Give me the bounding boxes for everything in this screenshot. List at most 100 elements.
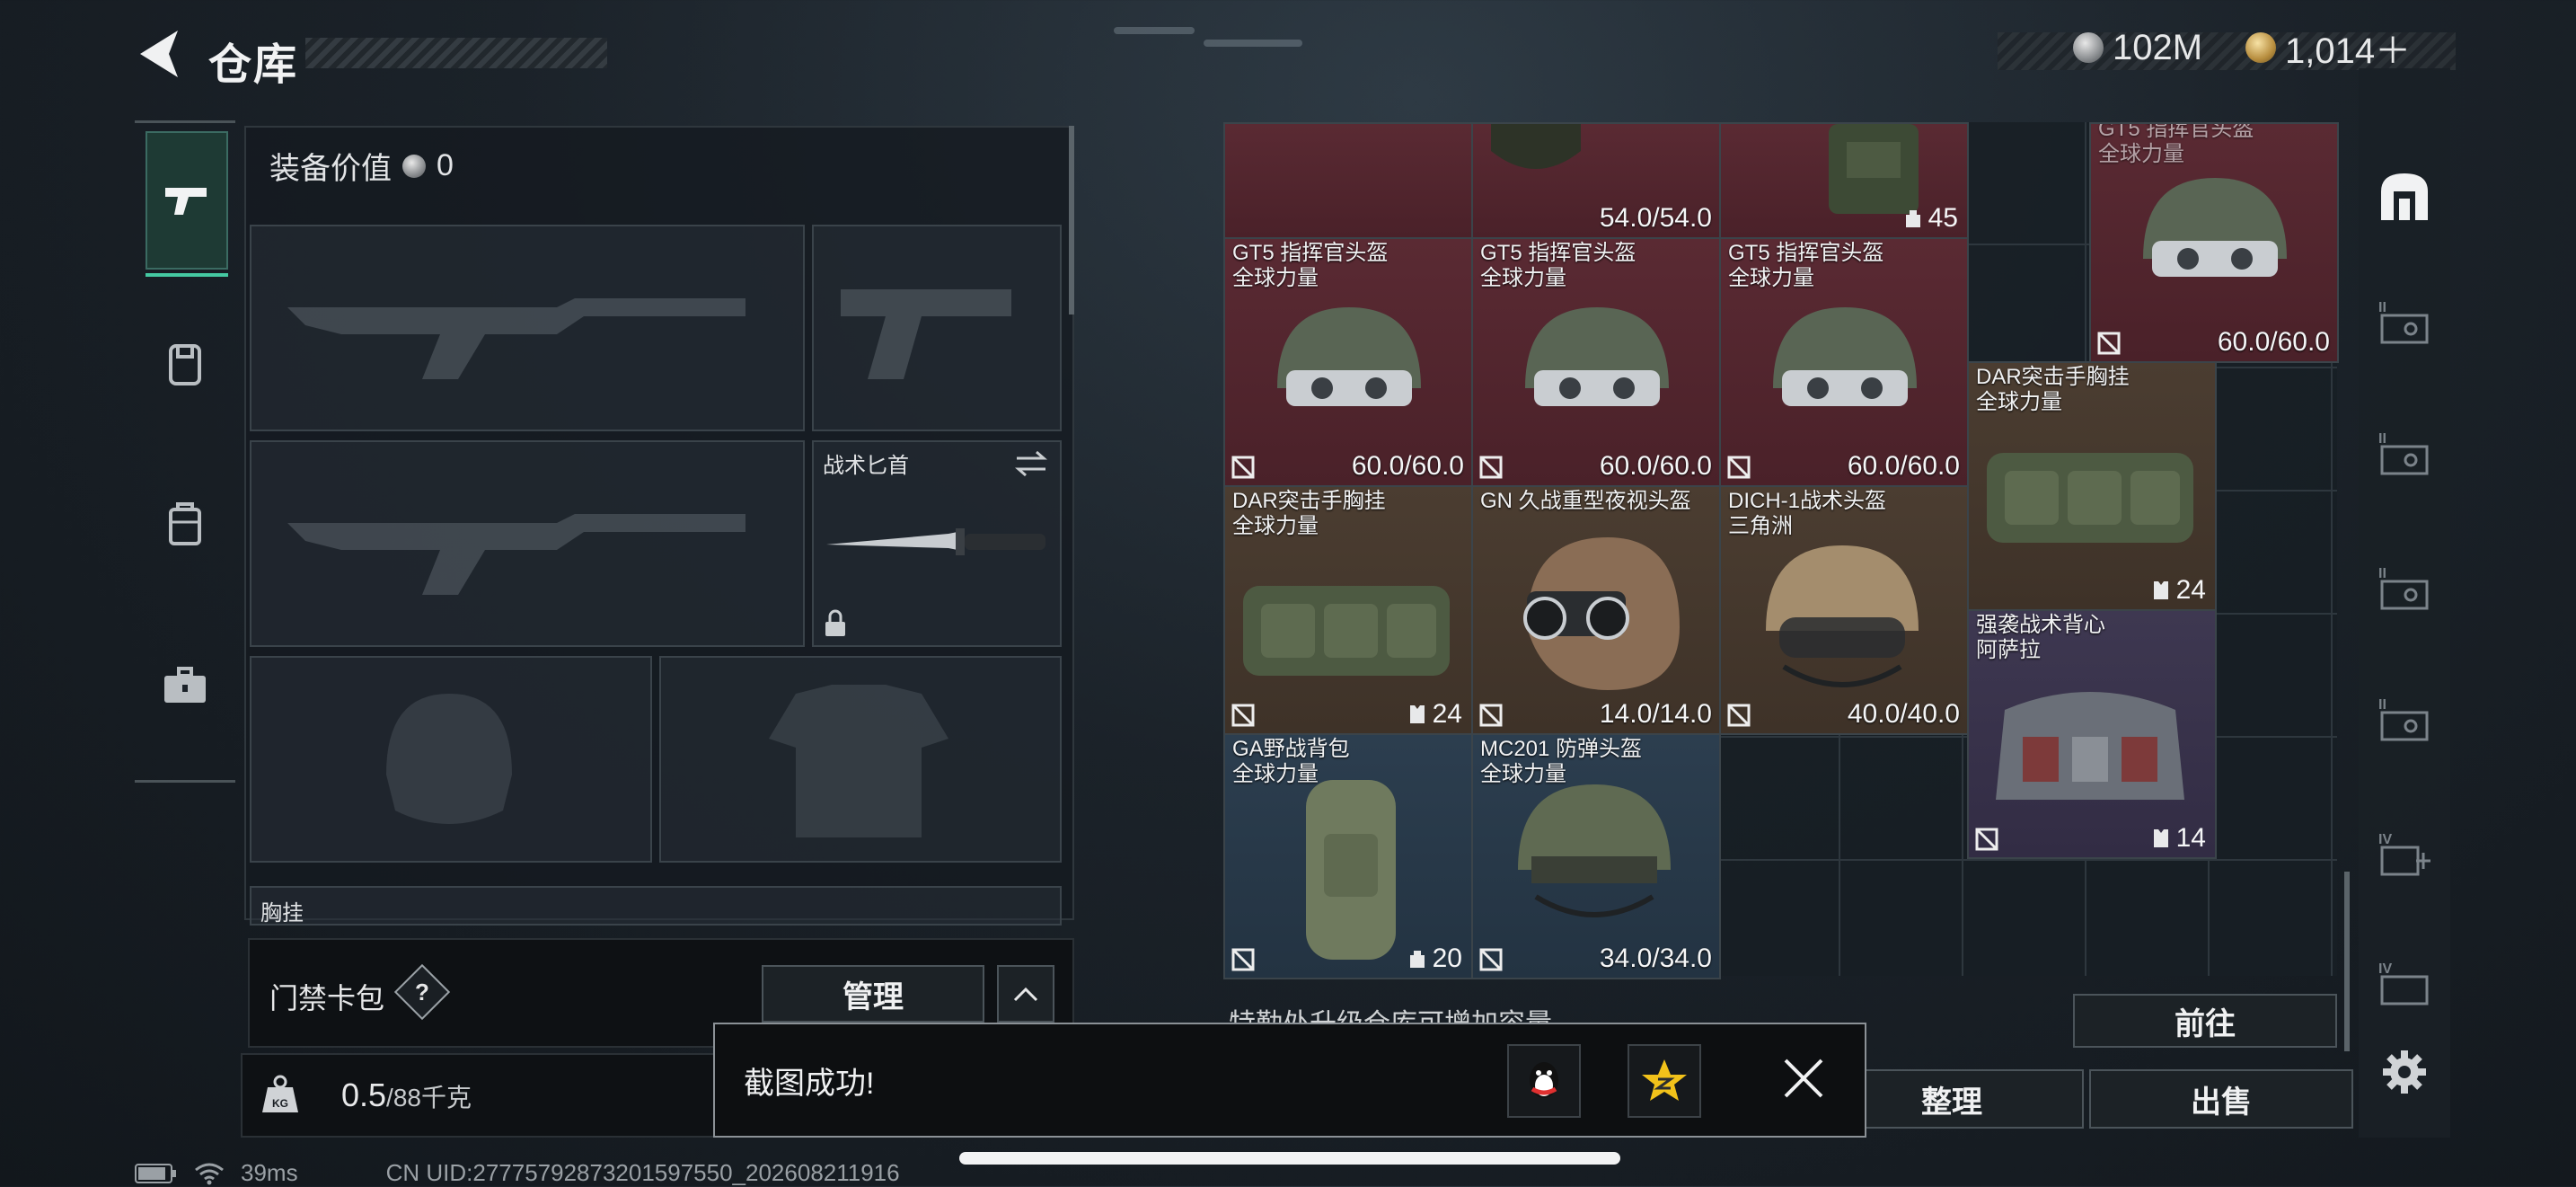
share-qq-button[interactable] (1507, 1044, 1581, 1118)
item-name: GN 久战重型夜视头盔 (1480, 489, 1691, 513)
item-count-value: 24 (1432, 699, 1462, 729)
qq-penguin-icon (1530, 1062, 1558, 1098)
vest-capacity-icon (1409, 705, 1425, 723)
item-durability: 40.0/40.0 (1847, 699, 1960, 729)
inventory-scrollbar[interactable] (2344, 872, 2350, 1051)
untradable-icon (1727, 704, 1751, 727)
sidearm-slot[interactable] (812, 225, 1062, 431)
inventory-item[interactable]: DICH-1战术头盔 三角洲 40.0/40.0 (1719, 485, 1969, 735)
inventory-item[interactable]: GT5 指挥官头盔 全球力量 60.0/60.0 (1223, 237, 1473, 487)
primary-weapon-slot[interactable] (250, 225, 805, 431)
tactical-helmet-image (1766, 545, 1919, 687)
inventory-item[interactable]: GT5 指挥官头盔 全球力量 60.0/60.0 (2089, 122, 2339, 363)
chest-rig-image (1243, 586, 1450, 676)
helmet-image (1773, 307, 1917, 406)
weapons-tab[interactable] (146, 131, 228, 277)
briefcase-icon (164, 667, 206, 703)
home-indicator[interactable] (959, 1152, 1620, 1165)
inventory-item[interactable] (1223, 122, 1473, 239)
settings-button[interactable] (2371, 1042, 2438, 1102)
bag-capacity-icon (1905, 210, 1920, 227)
manage-button[interactable]: 管理 (762, 965, 984, 1023)
sell-button[interactable]: 出售 (2089, 1069, 2353, 1129)
warehouse-tab-main[interactable] (2371, 167, 2438, 226)
item-durability: 54.0/54.0 (1599, 203, 1712, 233)
rifle-silhouette-icon (287, 298, 745, 379)
equip-value-label: 装备价值 (269, 152, 392, 186)
item-count: 24 (1407, 699, 1462, 730)
item-name: DAR突击手胸挂 全球力量 (1976, 365, 2130, 414)
warehouse-tab-5[interactable]: II (2371, 690, 2438, 749)
ballistic-helmet-image (1518, 784, 1671, 917)
warehouse-tab-4[interactable]: II (2371, 559, 2438, 618)
gold-amount: 1,014＋ (2285, 31, 2412, 71)
item-count-value: 24 (2175, 575, 2206, 605)
back-arrow-icon (140, 31, 178, 77)
inventory-item[interactable]: 54.0/54.0 (1471, 122, 1721, 239)
item-name: 强袭战术背心 阿萨拉 (1976, 613, 2105, 662)
silver-coin-icon (2073, 32, 2104, 63)
backpack-tab[interactable] (146, 489, 225, 561)
backpack-icon (169, 502, 201, 545)
silver-coin-icon (402, 154, 426, 178)
locked-storage-icon: II (2378, 697, 2429, 741)
vest-silhouette-icon (769, 685, 948, 837)
inventory-item[interactable]: GA野战背包 全球力量 20 (1223, 733, 1473, 979)
inventory-item[interactable]: 45 (1719, 122, 1969, 239)
ceiling-light (1204, 40, 1302, 47)
untradable-icon (1975, 828, 1998, 851)
inventory-item[interactable]: DAR突击手胸挂 全球力量 24 (1967, 361, 2217, 611)
untradable-icon (1479, 456, 1503, 479)
warehouse-tab-7[interactable]: IV (2371, 954, 2438, 1014)
untradable-icon (1231, 948, 1255, 971)
inventory-item[interactable]: DAR突击手胸挂 全球力量 24 (1223, 485, 1473, 735)
ping: 39ms (241, 1159, 298, 1186)
vest-capacity-icon (2153, 581, 2168, 599)
nvg-helmet-image (1523, 537, 1680, 690)
gear-icon (2383, 1050, 2426, 1094)
pistol-icon (165, 188, 207, 215)
inventory-item[interactable]: GN 久战重型夜视头盔 14.0/14.0 (1471, 485, 1721, 735)
warehouse-tab-6[interactable]: IV (2371, 825, 2438, 884)
case-tab[interactable] (146, 651, 225, 722)
inventory-item[interactable]: 强袭战术背心 阿萨拉 14 (1967, 609, 2217, 859)
armor-slot[interactable] (659, 656, 1062, 863)
item-image (1491, 124, 1581, 169)
melee-slot[interactable]: 战术匕首 (812, 440, 1062, 647)
svg-text:II: II (2378, 431, 2386, 447)
item-count: 24 (2151, 575, 2206, 606)
untradable-icon (1479, 948, 1503, 971)
page-title: 仓库 (208, 41, 299, 89)
loadout-scrollbar[interactable] (1069, 126, 1074, 314)
expand-button[interactable] (997, 965, 1054, 1023)
warehouse-tab-2[interactable]: II (2371, 293, 2438, 352)
back-button[interactable] (133, 25, 187, 83)
help-icon: ? (415, 979, 429, 1005)
helmet-image (1525, 307, 1669, 406)
item-durability: 60.0/60.0 (2217, 327, 2330, 357)
item-name: DAR突击手胸挂 全球力量 (1232, 489, 1386, 538)
inventory-item[interactable]: GT5 指挥官头盔 全球力量 60.0/60.0 (1471, 237, 1721, 487)
svg-text:IV: IV (2378, 832, 2392, 847)
close-toast-button[interactable] (1782, 1057, 1825, 1100)
inventory-item[interactable]: GT5 指挥官头盔 全球力量 60.0/60.0 (1719, 237, 1969, 487)
helmet-slot[interactable] (250, 656, 652, 863)
goto-button[interactable]: 前往 (2073, 994, 2337, 1048)
warehouse-icon (2381, 173, 2428, 220)
toast-message: 截图成功! (744, 1067, 875, 1101)
helmet-image (1277, 307, 1421, 406)
currency-gold[interactable]: 1,014＋ (2245, 25, 2411, 71)
swap-icon[interactable] (1013, 449, 1049, 478)
item-count: 45 (1903, 203, 1958, 234)
equip-value-amount: 0 (437, 148, 454, 182)
field-backpack-image (1306, 780, 1396, 960)
chest-rig-slot[interactable]: 胸挂 (250, 886, 1062, 926)
armor-tab[interactable] (146, 329, 225, 401)
inventory-item[interactable]: MC201 防弹头盔 全球力量 34.0/34.0 (1471, 733, 1721, 979)
tactical-vest-image (1996, 692, 2184, 800)
secondary-weapon-slot[interactable] (250, 440, 805, 647)
share-qzone-button[interactable] (1628, 1044, 1701, 1118)
untradable-icon (1727, 456, 1751, 479)
warehouse-tab-3[interactable]: II (2371, 424, 2438, 483)
svg-text:KG: KG (272, 1097, 288, 1110)
